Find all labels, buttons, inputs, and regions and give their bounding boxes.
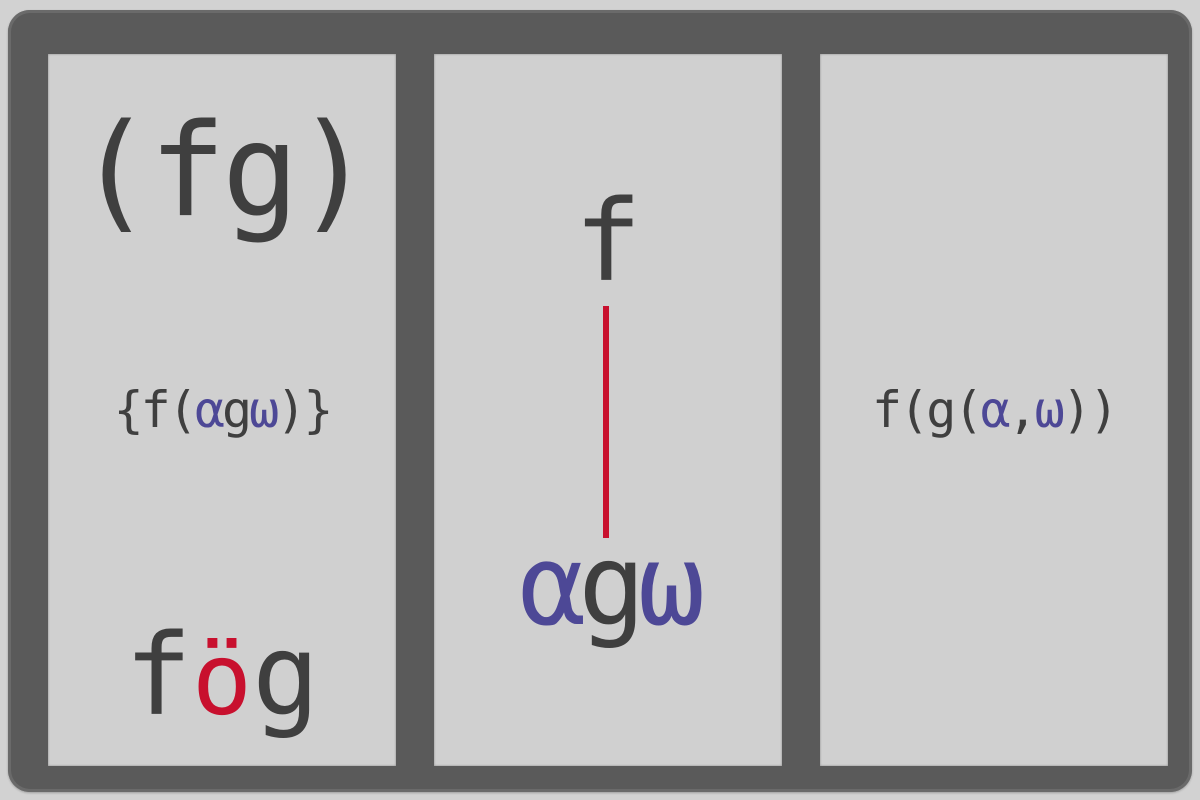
call-g: g xyxy=(926,381,956,439)
atop-g: g xyxy=(252,611,320,741)
dfn-close-paren: ) xyxy=(276,381,306,439)
train-expression: (fg) xyxy=(48,102,396,242)
tree-top-node: f xyxy=(574,177,642,307)
call-expression: f(g(α,ω)) xyxy=(820,380,1168,440)
call-open-paren-inner: ( xyxy=(953,381,983,439)
call-open-paren-outer: ( xyxy=(899,381,929,439)
dfn-omega: ω xyxy=(249,381,279,439)
panel-left: (fg) {f(αgω)} fög xyxy=(48,54,396,766)
atop-operator: ö xyxy=(191,621,253,738)
dfn-open-brace: { xyxy=(113,381,144,439)
train-open-paren: ( xyxy=(75,97,153,246)
call-close-paren-inner: ) xyxy=(1061,381,1092,439)
tree-connector-line xyxy=(603,306,609,538)
panel-middle: f αgω xyxy=(434,54,782,766)
call-f: f xyxy=(872,381,902,439)
call-omega: ω xyxy=(1034,381,1065,439)
tree-omega: ω xyxy=(637,521,705,651)
atop-expression: fög xyxy=(48,616,396,740)
dfn-f: f xyxy=(140,381,171,439)
atop-f: f xyxy=(124,611,192,741)
dfn-open-paren: ( xyxy=(167,381,198,439)
dfn-close-brace: } xyxy=(303,381,333,439)
panel-right: f(g(α,ω)) xyxy=(820,54,1168,766)
call-alpha: α xyxy=(980,381,1010,439)
call-close-paren-outer: ) xyxy=(1088,381,1119,439)
call-comma: , xyxy=(1007,381,1038,439)
tree-g: g xyxy=(578,521,645,651)
dfn-alpha: α xyxy=(194,381,225,439)
train-f: f xyxy=(148,97,226,246)
outer-frame: (fg) {f(αgω)} fög f αgω f(g(α,ω)) xyxy=(8,10,1192,792)
dfn-expression: {f(αgω)} xyxy=(48,380,396,440)
dfn-g: g xyxy=(222,381,252,439)
train-close-paren: ) xyxy=(295,97,372,246)
train-g: g xyxy=(222,97,299,246)
tree-alpha: α xyxy=(518,521,586,651)
tree-bottom-node: αgω xyxy=(434,526,782,646)
